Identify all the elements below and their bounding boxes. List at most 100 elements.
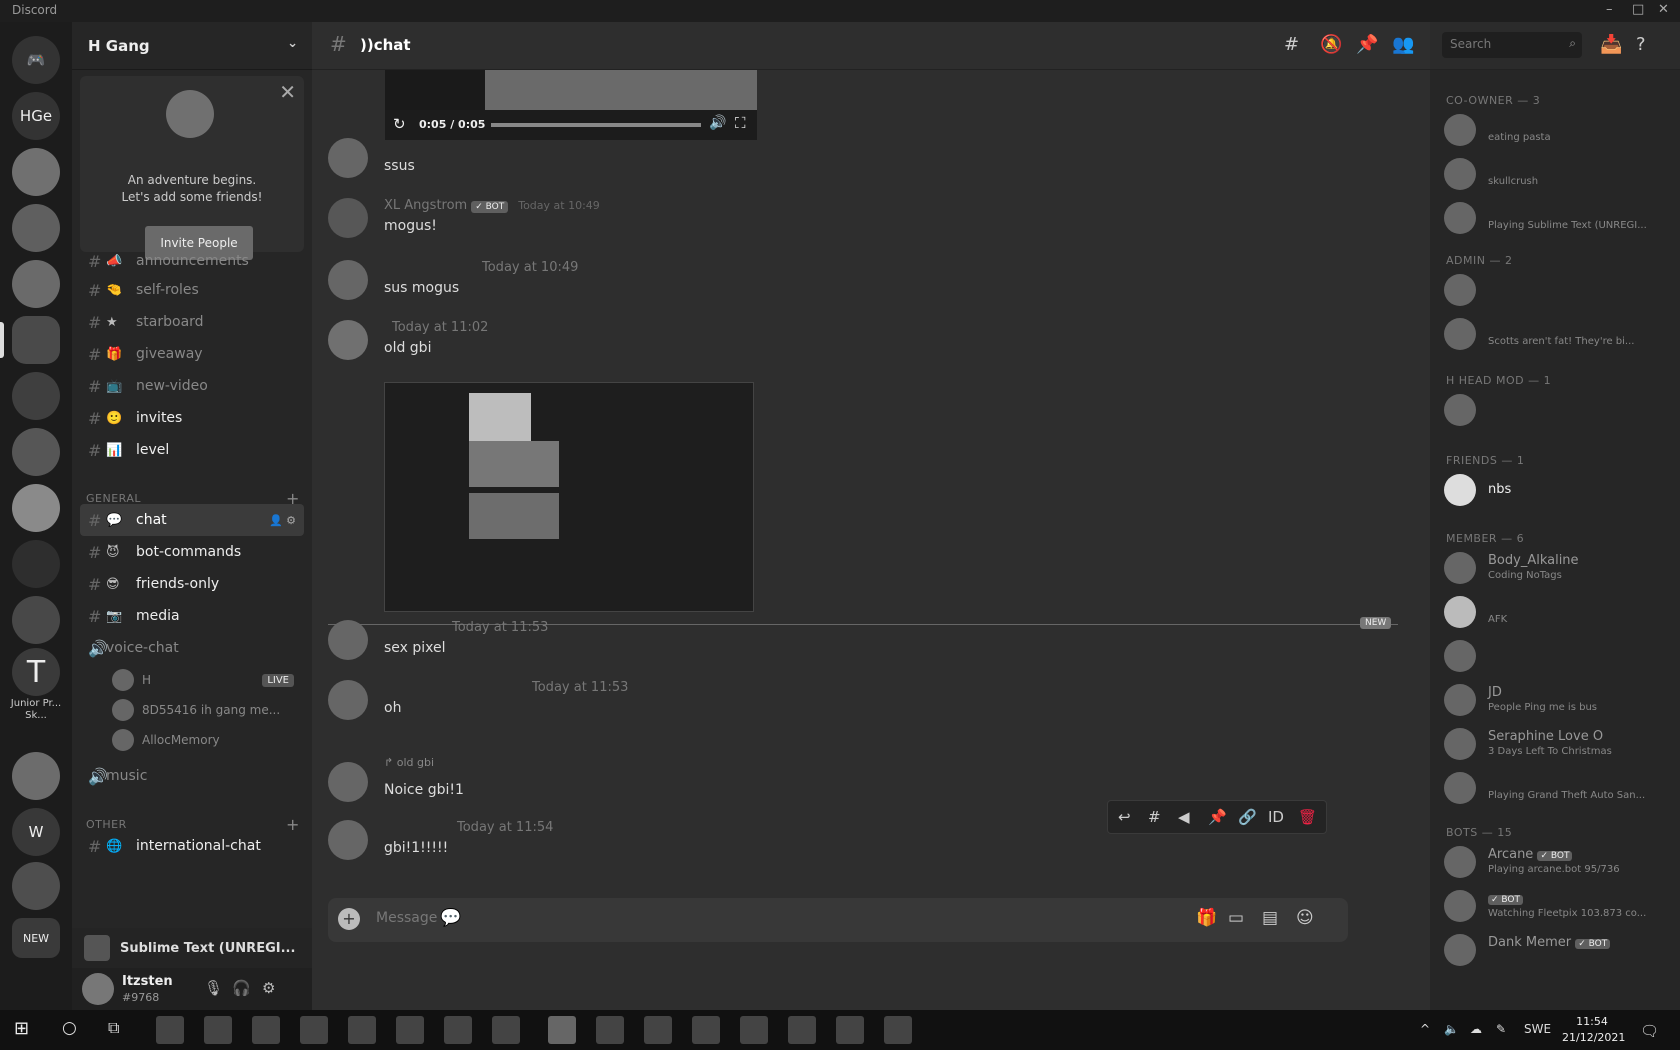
taskbar-app-icon[interactable] bbox=[204, 1016, 232, 1044]
server-icon[interactable] bbox=[12, 752, 60, 800]
activity-bar[interactable]: Sublime Text (UNREGI... bbox=[72, 928, 312, 968]
pen-icon[interactable]: ✎ bbox=[1496, 1022, 1506, 1036]
member[interactable]: skullcrush bbox=[1444, 158, 1672, 198]
voice-user[interactable]: AllocMemory bbox=[112, 726, 302, 754]
server-t-icon[interactable]: T bbox=[12, 648, 60, 696]
taskbar-app-icon[interactable] bbox=[884, 1016, 912, 1044]
channel-new-video[interactable]: # 📺 new-video bbox=[80, 370, 304, 402]
mute-bell-icon[interactable]: 🔕 bbox=[1320, 34, 1342, 55]
taskbar-app-icon[interactable] bbox=[788, 1016, 816, 1044]
taskbar-app-icon[interactable] bbox=[740, 1016, 768, 1044]
taskbar-app-icon[interactable] bbox=[444, 1016, 472, 1044]
server-icon[interactable] bbox=[12, 148, 60, 196]
server-icon[interactable] bbox=[12, 428, 60, 476]
channel-chat[interactable]: # 💬 chat 👤 ⚙ bbox=[80, 504, 304, 536]
server-icon[interactable] bbox=[12, 372, 60, 420]
server-w[interactable]: W bbox=[12, 808, 60, 856]
member[interactable]: Arcane ✓ BOT Playing arcane.bot 95/736 bbox=[1444, 846, 1672, 886]
taskbar-app-icon[interactable] bbox=[252, 1016, 280, 1044]
headphones-icon[interactable]: 🎧 bbox=[232, 979, 251, 997]
notifications-icon[interactable]: 🗨 bbox=[1640, 1022, 1659, 1040]
taskbar-clock[interactable]: 11:54 21/12/2021 bbox=[1562, 1014, 1625, 1046]
minimize-icon[interactable]: – bbox=[1606, 2, 1613, 17]
image-attachment[interactable] bbox=[384, 382, 754, 612]
channel-friends-only[interactable]: # 😎 friends-only bbox=[80, 568, 304, 600]
taskbar-app-icon[interactable] bbox=[348, 1016, 376, 1044]
message-input[interactable]: Message bbox=[376, 910, 437, 926]
avatar[interactable] bbox=[328, 820, 368, 860]
emoji-icon[interactable]: ☺ bbox=[1296, 908, 1314, 928]
taskbar-app-icon[interactable] bbox=[492, 1016, 520, 1044]
server-hge[interactable]: HGe bbox=[12, 92, 60, 140]
taskbar-app-icon[interactable] bbox=[692, 1016, 720, 1044]
taskbar-app-icon[interactable] bbox=[644, 1016, 672, 1044]
channel-level[interactable]: # 📊 level bbox=[80, 434, 304, 466]
server-icon[interactable] bbox=[12, 540, 60, 588]
task-view-icon[interactable]: ⧉ bbox=[108, 1018, 119, 1038]
voice-channel[interactable]: 🔊 voice-chat bbox=[80, 632, 304, 664]
member[interactable]: eating pasta bbox=[1444, 114, 1672, 154]
voice-user[interactable]: 8D55416 ih gang me... bbox=[112, 696, 302, 724]
add-attachment-icon[interactable]: + bbox=[338, 908, 360, 930]
search-circle-icon[interactable]: ○ bbox=[62, 1018, 77, 1038]
member[interactable]: Seraphine Love O 3 Days Left To Christmas bbox=[1444, 728, 1672, 768]
gear-icon[interactable]: ⚙ bbox=[262, 979, 275, 997]
avatar[interactable] bbox=[82, 973, 114, 1005]
settings-gear-icon[interactable]: 👤 ⚙ bbox=[269, 514, 296, 527]
taskbar-discord-icon[interactable] bbox=[548, 1016, 576, 1044]
channel-starboard[interactable]: # ★ starboard bbox=[80, 306, 304, 338]
voice-user[interactable]: H LIVE bbox=[112, 666, 302, 694]
chat-bubble-icon[interactable]: 💬 bbox=[440, 908, 461, 928]
taskbar-app-icon[interactable] bbox=[836, 1016, 864, 1044]
threads-icon[interactable]: # bbox=[1284, 34, 1299, 55]
member[interactable]: AFK bbox=[1444, 596, 1672, 636]
avatar[interactable] bbox=[328, 198, 368, 238]
close-icon[interactable]: ✕ bbox=[279, 80, 296, 104]
member[interactable]: Dank Memer ✓ BOT bbox=[1444, 934, 1672, 974]
channel-international-chat[interactable]: # 🌐 international-chat bbox=[80, 830, 304, 862]
video-player[interactable]: ↻ 0:05 / 0:05 🔊 ⛶ bbox=[385, 70, 757, 140]
channel-announcements[interactable]: # 📣 announcements bbox=[80, 250, 304, 272]
avatar[interactable] bbox=[328, 680, 368, 720]
member[interactable]: Playing Grand Theft Auto San... bbox=[1444, 772, 1672, 812]
discord-home-icon[interactable]: 🎮 bbox=[12, 36, 60, 84]
member[interactable]: Body_Alkaline Coding NoTags bbox=[1444, 552, 1672, 592]
server-header[interactable]: H Gang ⌄ bbox=[72, 22, 312, 70]
tray-chevron-icon[interactable]: ^ bbox=[1420, 1022, 1430, 1036]
windows-start-icon[interactable]: ⊞ bbox=[14, 1018, 29, 1039]
volume-icon[interactable]: 🔊 bbox=[709, 115, 726, 131]
channel-giveaway[interactable]: # 🎁 giveaway bbox=[80, 338, 304, 370]
member[interactable]: ✓ BOT Watching Fleetpix 103.873 co... bbox=[1444, 890, 1672, 930]
new-server-badge[interactable]: NEW bbox=[12, 918, 60, 958]
message-composer[interactable]: + Message 💬 🎁 ▭ ▤ ☺ bbox=[328, 898, 1348, 942]
avatar[interactable] bbox=[328, 260, 368, 300]
volume-tray-icon[interactable]: 🔈 bbox=[1444, 1022, 1459, 1036]
close-window-icon[interactable]: ✕ bbox=[1658, 2, 1669, 17]
taskbar-app-icon[interactable] bbox=[396, 1016, 424, 1044]
channel-bot-commands[interactable]: # 😈 bot-commands bbox=[80, 536, 304, 568]
server-icon[interactable] bbox=[12, 862, 60, 910]
sticker-icon[interactable]: ▤ bbox=[1262, 908, 1278, 928]
channel-media[interactable]: # 📷 media bbox=[80, 600, 304, 632]
maximize-icon[interactable]: □ bbox=[1632, 2, 1644, 17]
help-icon[interactable]: ? bbox=[1636, 34, 1646, 55]
member[interactable]: JD People Ping me is bus bbox=[1444, 684, 1672, 724]
chevron-down-icon[interactable]: ⌄ bbox=[287, 36, 298, 51]
inbox-icon[interactable]: 📥 bbox=[1600, 34, 1622, 55]
server-icon[interactable] bbox=[12, 596, 60, 644]
channel-self-roles[interactable]: # 🤏 self-roles bbox=[80, 274, 304, 306]
taskbar-app-icon[interactable] bbox=[300, 1016, 328, 1044]
avatar[interactable] bbox=[328, 620, 368, 660]
member[interactable] bbox=[1444, 274, 1672, 314]
taskbar-app-icon[interactable] bbox=[156, 1016, 184, 1044]
channel-invites[interactable]: # 🙂 invites bbox=[80, 402, 304, 434]
server-icon[interactable] bbox=[12, 204, 60, 252]
message-author[interactable]: XL Angstrom ✓ BOT Today at 10:49 bbox=[384, 198, 600, 213]
server-icon[interactable] bbox=[12, 484, 60, 532]
search-input[interactable]: Search ⌕ bbox=[1442, 32, 1582, 58]
video-progress-bar[interactable] bbox=[491, 123, 701, 127]
server-icon[interactable] bbox=[12, 260, 60, 308]
member[interactable]: Playing Sublime Text (UNREGI... bbox=[1444, 202, 1672, 242]
avatar[interactable] bbox=[328, 320, 368, 360]
avatar[interactable] bbox=[328, 138, 368, 178]
